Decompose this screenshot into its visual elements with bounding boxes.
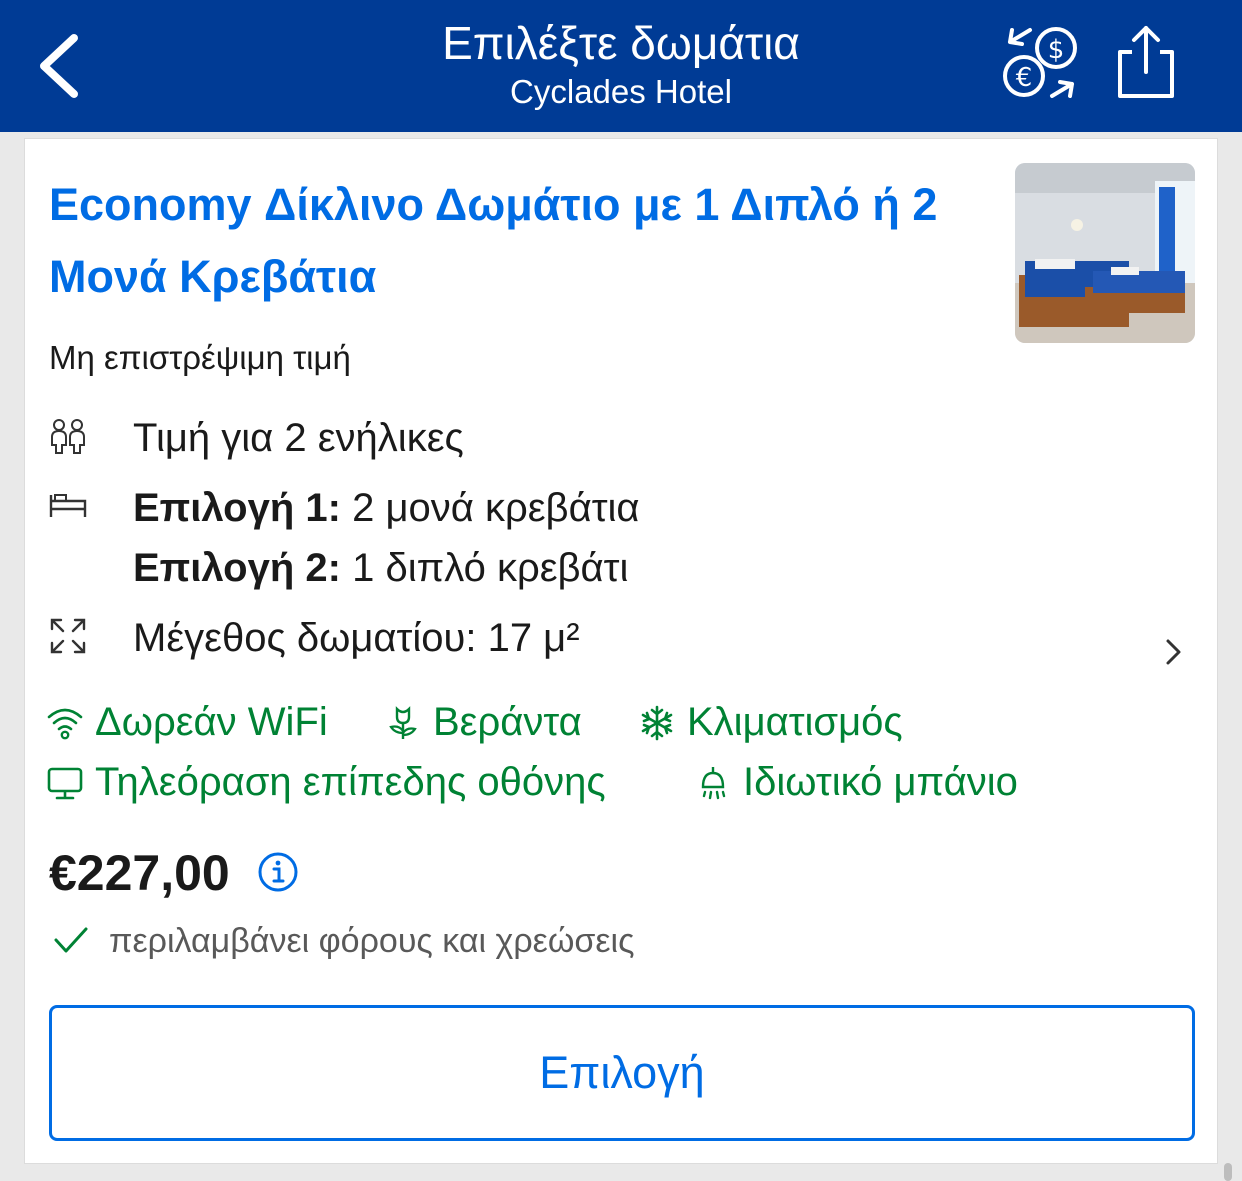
- svg-text:$: $: [1048, 35, 1065, 65]
- bed-icon: [49, 494, 87, 517]
- shower-icon: [701, 767, 726, 800]
- bed-option-1-value: 2 μονά κρεβάτια: [340, 486, 640, 530]
- cancellation-policy: Μη επιστρέψιμη τιμή: [49, 339, 351, 376]
- bed-option-1-label: Επιλογή 1:: [133, 486, 341, 530]
- snowflake-icon: [641, 705, 673, 741]
- svg-text:€: €: [1016, 63, 1033, 93]
- top-navigation-bar: Επιλέξτε δωμάτια Cyclades Hotel $ €: [0, 0, 1242, 132]
- bed-option-2-value: 1 διπλό κρεβάτι: [340, 546, 629, 590]
- facility-label: Ιδιωτικό μπάνιο: [743, 760, 1018, 804]
- bed-option-2-label: Επιλογή 2:: [133, 546, 341, 590]
- tax-note: περιλαμβάνει φόρους και χρεώσεις: [109, 922, 635, 960]
- wifi-icon: [47, 708, 83, 740]
- select-room-button[interactable]: Επιλογή: [49, 1005, 1195, 1141]
- room-size-text: Μέγεθος δωματίου: 17 μ²: [133, 616, 580, 660]
- facility-label: Βεράντα: [433, 700, 582, 744]
- share-icon: [1118, 26, 1174, 98]
- currency-exchange-icon: $ €: [1003, 27, 1077, 98]
- room-selection-page: Επιλέξτε δωμάτια Cyclades Hotel $ € Econ…: [0, 0, 1242, 1181]
- occupancy-text: Τιμή για 2 ενήλικες: [133, 416, 464, 460]
- room-title[interactable]: Economy Δίκλινο Δωμάτιο με 1 Διπλό ή 2 Μ…: [49, 169, 1009, 313]
- room-photo[interactable]: [1015, 163, 1195, 343]
- flower-icon: [389, 706, 417, 739]
- share-button[interactable]: [1112, 22, 1180, 102]
- guests-icon: [51, 419, 85, 454]
- bed-option-1: Επιλογή 1: 2 μονά κρεβάτια: [133, 483, 640, 533]
- facility-label: Κλιματισμός: [687, 700, 903, 744]
- currency-button[interactable]: $ €: [1000, 24, 1082, 102]
- facility-label: Δωρεάν WiFi: [95, 700, 328, 744]
- chevron-right-icon[interactable]: [1163, 637, 1185, 667]
- expand-icon: [50, 618, 86, 654]
- checkmark-icon: [54, 927, 88, 953]
- info-icon[interactable]: [257, 851, 299, 893]
- room-price: €227,00: [49, 845, 230, 901]
- bed-option-2: Επιλογή 2: 1 διπλό κρεβάτι: [133, 543, 628, 593]
- facility-label: Τηλεόραση επίπεδης οθόνης: [95, 760, 606, 804]
- scrollbar[interactable]: [1224, 1163, 1232, 1181]
- room-card: Economy Δίκλινο Δωμάτιο με 1 Διπλό ή 2 Μ…: [24, 138, 1218, 1164]
- tv-icon: [47, 767, 83, 800]
